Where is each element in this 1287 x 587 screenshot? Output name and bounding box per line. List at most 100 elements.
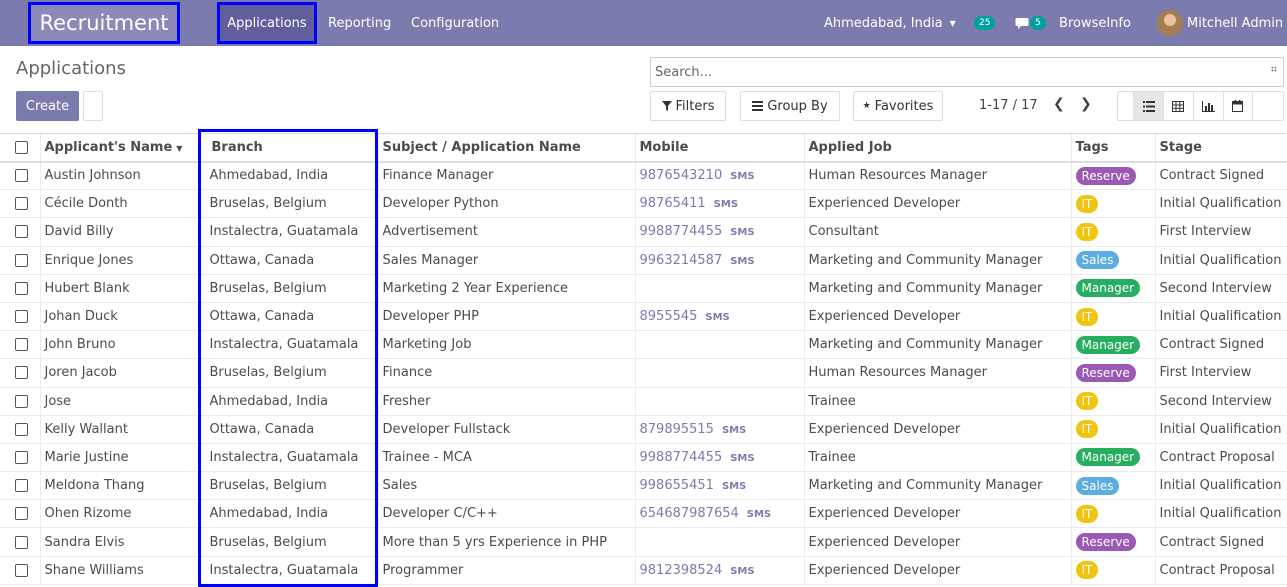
- row-checkbox[interactable]: [15, 450, 28, 464]
- sms-button[interactable]: SMS: [747, 509, 771, 520]
- column-header-subject[interactable]: Subject / Application Name: [377, 133, 635, 163]
- user-name: Mitchell Admin: [1187, 15, 1284, 31]
- sms-button[interactable]: SMS: [730, 227, 754, 238]
- messaging-menu[interactable]: 5: [1015, 0, 1046, 46]
- sms-button[interactable]: SMS: [730, 566, 754, 577]
- table-row[interactable]: Hubert Blank Bruselas, Belgium Marketing 2…: [0, 274, 1287, 303]
- activity-view-icon[interactable]: [1253, 92, 1283, 120]
- row-checkbox[interactable]: [15, 507, 28, 521]
- menu-reporting[interactable]: Reporting: [328, 0, 391, 46]
- row-checkbox[interactable]: [15, 169, 28, 183]
- table-row[interactable]: Sandra Elvis Bruselas, Belgium More than 5…: [0, 527, 1287, 557]
- phone-link[interactable]: 9963214587: [640, 253, 723, 268]
- column-header-mobile[interactable]: Mobile: [634, 133, 804, 163]
- activity-count-badge: 25: [974, 16, 996, 30]
- row-checkbox[interactable]: [15, 197, 28, 211]
- phone-link[interactable]: 654687987654: [640, 506, 739, 521]
- row-checkbox[interactable]: [15, 310, 28, 324]
- row-checkbox[interactable]: [15, 563, 28, 577]
- browseinfo-link[interactable]: BrowseInfo: [1059, 0, 1131, 46]
- sms-button[interactable]: SMS: [730, 171, 754, 182]
- tag-badge: IT: [1075, 504, 1099, 523]
- column-header-tags[interactable]: Tags: [1070, 133, 1155, 163]
- subject-cell: Marketing 2 Year Experience: [377, 274, 635, 303]
- table-row[interactable]: David Billy Instalectra, Guatamala Adverti…: [0, 217, 1287, 247]
- sms-button[interactable]: SMS: [714, 199, 738, 210]
- phone-link[interactable]: 9812398524: [640, 563, 723, 578]
- row-select-cell: [0, 246, 40, 275]
- column-header-applied-job[interactable]: Applied Job: [803, 133, 1071, 163]
- sms-button[interactable]: SMS: [722, 481, 746, 492]
- applicant-name-cell: Marie Justine: [39, 443, 199, 473]
- phone-link[interactable]: 879895515: [640, 422, 714, 437]
- upload-button[interactable]: [83, 91, 103, 121]
- tags-cell: Sales: [1070, 246, 1155, 275]
- pivot-view-icon[interactable]: [1164, 92, 1194, 120]
- phone-link[interactable]: 9876543210: [640, 168, 723, 183]
- row-checkbox[interactable]: [15, 366, 28, 380]
- column-header-applicant[interactable]: Applicant's Name ▼: [39, 133, 199, 163]
- user-menu[interactable]: Mitchell Admin: [1157, 0, 1283, 46]
- search-options-icon[interactable]: ⌗: [1271, 63, 1277, 77]
- subject-cell: Marketing Job: [377, 330, 635, 360]
- table-row[interactable]: Johan Duck Ottawa, Canada Developer PHP 895…: [0, 302, 1287, 332]
- group-by-button[interactable]: Group By: [740, 91, 840, 121]
- row-checkbox[interactable]: [15, 281, 28, 295]
- select-all-checkbox[interactable]: [15, 140, 28, 154]
- create-button[interactable]: Create: [16, 91, 79, 121]
- tag-badge: Sales: [1075, 476, 1120, 495]
- row-checkbox[interactable]: [15, 338, 28, 352]
- row-checkbox[interactable]: [15, 225, 28, 239]
- row-checkbox[interactable]: [15, 479, 28, 493]
- filter-icon: [661, 101, 672, 111]
- calendar-view-icon[interactable]: [1224, 92, 1254, 120]
- phone-link[interactable]: 9988774455: [640, 450, 723, 465]
- table-row[interactable]: Cécile Donth Bruselas, Belgium Developer P…: [0, 189, 1287, 219]
- table-row[interactable]: Kelly Wallant Ottawa, Canada Developer Ful…: [0, 415, 1287, 444]
- table-row[interactable]: Austin Johnson Ahmedabad, India Finance Ma…: [0, 161, 1287, 191]
- row-select-cell: [0, 274, 40, 303]
- menu-configuration[interactable]: Configuration: [411, 0, 499, 46]
- branch-cell: Ottawa, Canada: [198, 302, 378, 332]
- table-row[interactable]: Meldona Thang Bruselas, Belgium Sales 99865…: [0, 471, 1287, 501]
- row-select-cell: [0, 330, 40, 360]
- table-row[interactable]: Ohen Rizome Ahmedabad, India Developer C/C…: [0, 499, 1287, 529]
- menu-applications[interactable]: Applications: [217, 2, 317, 44]
- pager-value[interactable]: 1-17 / 17: [979, 98, 1038, 113]
- table-row[interactable]: John Bruno Instalectra, Guatamala Marketin…: [0, 330, 1287, 360]
- search-input[interactable]: [655, 59, 1245, 85]
- table-row[interactable]: Marie Justine Instalectra, Guatamala Train…: [0, 443, 1287, 473]
- activity-menu[interactable]: 25: [974, 0, 996, 46]
- applicant-name-cell: Hubert Blank: [39, 274, 199, 303]
- graph-view-icon[interactable]: [1194, 92, 1224, 120]
- row-checkbox[interactable]: [15, 394, 28, 408]
- stage-cell: Contract Proposal: [1154, 556, 1287, 585]
- chevron-right-icon[interactable]: ❯: [1080, 96, 1092, 112]
- phone-link[interactable]: 98765411: [640, 196, 706, 211]
- sms-button[interactable]: SMS: [705, 312, 729, 323]
- applicant-name-cell: Austin Johnson: [39, 161, 199, 191]
- sms-button[interactable]: SMS: [722, 425, 746, 436]
- chevron-left-icon[interactable]: ❮: [1053, 96, 1065, 112]
- table-row[interactable]: Shane Williams Instalectra, Guatamala Prog…: [0, 556, 1287, 585]
- table-row[interactable]: Jose Ahmedabad, India Fresher Trainee IT Seco…: [0, 387, 1287, 416]
- phone-link[interactable]: 998655451: [640, 478, 714, 493]
- favorites-button[interactable]: ★ Favorites: [853, 91, 943, 121]
- row-checkbox[interactable]: [15, 422, 28, 436]
- phone-link[interactable]: 9988774455: [640, 224, 723, 239]
- column-header-stage[interactable]: Stage: [1154, 133, 1287, 163]
- table-row[interactable]: Enrique Jones Ottawa, Canada Sales Manager…: [0, 246, 1287, 275]
- app-brand[interactable]: Recruitment: [28, 2, 180, 44]
- row-checkbox[interactable]: [15, 535, 28, 549]
- column-header-branch[interactable]: Branch: [198, 133, 378, 163]
- branch-switcher[interactable]: Ahmedabad, India ▼: [824, 0, 956, 46]
- table-row[interactable]: Joren Jacob Bruselas, Belgium Finance Human…: [0, 358, 1287, 388]
- sms-button[interactable]: SMS: [730, 256, 754, 267]
- row-checkbox[interactable]: [15, 253, 28, 267]
- sms-button[interactable]: SMS: [730, 453, 754, 464]
- subject-cell: Fresher: [377, 387, 635, 416]
- list-view-icon[interactable]: [1134, 92, 1165, 120]
- filters-button[interactable]: Filters: [650, 91, 726, 121]
- applied-job-cell: Marketing and Community Manager: [803, 330, 1071, 360]
- phone-link[interactable]: 8955545: [640, 309, 698, 324]
